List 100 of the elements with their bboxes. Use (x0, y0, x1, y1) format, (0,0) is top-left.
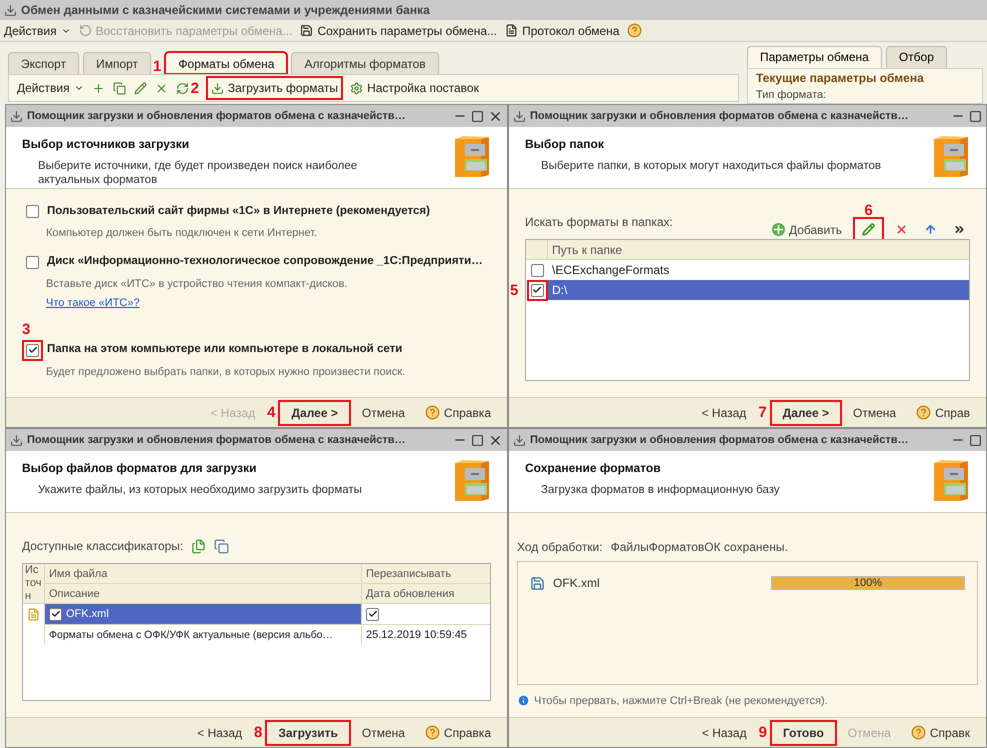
pencil-icon (862, 223, 875, 236)
settings-button[interactable]: Настройка поставок (350, 79, 479, 97)
option-hint: Вставьте диск «ИТС» в устройство чтения компакт-дисков. (45, 276, 348, 292)
maximize-button[interactable] (969, 434, 982, 446)
wizard-title: Помощник загрузки и обновления форматов обмена с казначейств… (27, 432, 406, 448)
log-button[interactable]: Протокол обмена (505, 22, 620, 40)
step-subtitle: Загрузка форматов в информационную базу (540, 483, 780, 497)
wizard-title: Помощник загрузки и обновления форматов обмена с казначейств… (530, 108, 908, 124)
back-button[interactable]: < Назад (694, 400, 754, 424)
undo-icon (78, 24, 92, 37)
tab[interactable]: Отбор (886, 46, 947, 68)
option-label[interactable]: Папка на этом компьютере или компьютере в локальной сети (47, 341, 402, 359)
step-heading: Выбор источников загрузки (22, 136, 190, 153)
tab[interactable]: Форматы обмена (165, 52, 288, 74)
cancel-button[interactable]: Отмена (845, 400, 904, 424)
download-icon (210, 82, 224, 94)
checkbox[interactable] (26, 256, 39, 268)
source-icon (27, 608, 40, 621)
checkbox[interactable] (530, 284, 544, 296)
floppy-icon (530, 576, 545, 590)
done-button[interactable]: Готово (770, 720, 836, 744)
step-number: 2 (190, 80, 199, 96)
up-arrow-icon (924, 223, 937, 236)
field-label: Тип формата: (756, 88, 828, 102)
help-button[interactable]: Справк (902, 720, 978, 744)
wizard-title: Помощник загрузки и обновления форматов обмена с казначейств… (530, 432, 908, 448)
checkbox[interactable] (530, 264, 544, 276)
cross-icon (895, 223, 908, 236)
maximize-button[interactable] (969, 110, 982, 122)
info-icon (517, 694, 530, 708)
pencil-icon (134, 82, 147, 94)
double-chevron-icon (953, 223, 966, 236)
gear-icon (350, 82, 364, 94)
panel-heading: Текущие параметры обмена (756, 70, 925, 86)
folder-path[interactable]: \ECExchangeFormats (548, 260, 969, 280)
column-header: Путь к папке (551, 242, 624, 259)
column-header: Имя файла (45, 564, 362, 584)
file-name-cell[interactable]: OFK.xml (45, 604, 362, 624)
help-button[interactable]: Справка (416, 720, 499, 744)
next-button[interactable]: Далее > (770, 400, 842, 424)
step-heading: Сохранение форматов (525, 460, 662, 477)
step-subtitle: Выберите папки, в которых могут находиться файлы форматов (540, 159, 881, 173)
help-icon (424, 725, 440, 740)
date-cell: 25.12.2019 10:59:45 (362, 624, 490, 644)
its-link[interactable]: Что такое «ИТС»? (46, 295, 140, 312)
folder-path[interactable]: D:\ (548, 280, 969, 300)
cancel-button[interactable]: Отмена (354, 400, 413, 424)
help-icon (627, 23, 642, 38)
tab[interactable]: Экспорт (8, 52, 80, 74)
status-text: ФайлыФорматовОК сохранены. (610, 539, 788, 556)
load-button[interactable]: Загрузить (266, 720, 350, 744)
column-header: Описание (45, 584, 362, 604)
copy-icon (112, 82, 126, 94)
file-name: OFK.xml (553, 575, 601, 592)
column-header: Источн (23, 564, 45, 604)
edit-button[interactable] (854, 218, 883, 242)
delete-button[interactable] (154, 82, 168, 94)
step-heading: Выбор папок (525, 136, 605, 153)
edit-button[interactable] (134, 82, 147, 94)
wizard-app-icon (10, 110, 23, 122)
wizard-app-icon (513, 110, 526, 122)
step-number: 8 (254, 725, 262, 740)
actions-menu[interactable]: Действия (17, 79, 84, 97)
checkbox[interactable] (26, 344, 39, 356)
actions-menu[interactable]: Действия (4, 22, 71, 40)
tab[interactable]: Алгоритмы форматов (291, 52, 439, 74)
back-button[interactable]: < Назад (189, 720, 250, 744)
back-button[interactable]: < Назад (694, 720, 755, 744)
checkbox[interactable] (49, 608, 62, 620)
help-button[interactable]: Справ (908, 400, 978, 424)
maximize-button[interactable] (471, 110, 484, 122)
option-label[interactable]: Диск «Информационно-технологическое сопровождение _1С:Предприяти… (47, 253, 483, 271)
checkbox[interactable] (26, 205, 39, 218)
step-number: 3 (22, 322, 32, 336)
help-icon (916, 405, 932, 420)
app-icon (4, 4, 17, 16)
add-button[interactable] (92, 82, 105, 94)
step-number: 9 (758, 725, 767, 740)
help-button[interactable]: Справка (416, 400, 499, 424)
cancel-button[interactable]: Отмена (354, 720, 413, 744)
refresh-button[interactable] (176, 82, 189, 94)
overwrite-checkbox[interactable] (366, 608, 379, 620)
copy-button[interactable] (112, 82, 126, 94)
step-number: 5 (510, 282, 518, 299)
save-button[interactable]: Сохранить параметры обмена... (300, 22, 498, 40)
wizard-title: Помощник загрузки и обновления форматов обмена с казначейств… (27, 108, 406, 124)
column-header: Дата обновления (362, 584, 490, 604)
plus-icon (772, 223, 785, 236)
step-number: 7 (758, 405, 767, 420)
help-icon (424, 405, 440, 420)
tab[interactable]: Параметры обмена (747, 46, 882, 68)
maximize-button[interactable] (471, 434, 484, 446)
tab[interactable]: Импорт (83, 52, 152, 74)
step-number: 1 (153, 59, 162, 74)
load-button[interactable]: Загрузить форматы (206, 77, 342, 99)
option-label[interactable]: Пользовательский сайт фирмы «1С» в Интернете (рекомендуется) (47, 202, 430, 220)
document-icon (505, 24, 518, 37)
help-icon (910, 725, 926, 740)
next-button[interactable]: Далее > (279, 400, 350, 424)
cabinet-icon (453, 459, 491, 503)
